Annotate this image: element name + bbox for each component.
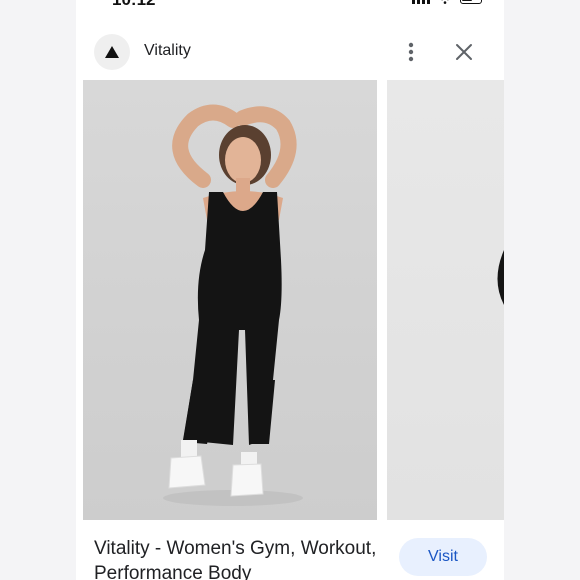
right-backdrop [504, 0, 580, 580]
visit-button[interactable]: Visit [399, 538, 487, 576]
status-time: 10:12 [112, 0, 155, 10]
triangle-logo-icon [105, 46, 119, 58]
product-image[interactable] [83, 80, 377, 520]
wifi-icon [441, 0, 449, 4]
model-photo [163, 104, 303, 506]
image-carousel[interactable] [76, 80, 504, 520]
battery-icon [460, 0, 482, 4]
more-vert-icon[interactable] [400, 40, 422, 64]
lens-result-sheet: 10:12 Vitality [76, 0, 504, 580]
next-photo-peek [497, 250, 504, 305]
result-title[interactable]: Vitality - Women's Gym, Workout, Perform… [94, 536, 384, 580]
left-backdrop [0, 0, 76, 580]
result-header: Vitality [76, 26, 504, 78]
next-product-image[interactable] [387, 80, 504, 520]
status-bar: 10:12 [76, 0, 504, 14]
signal-icon [412, 0, 430, 4]
site-logo[interactable] [94, 34, 130, 70]
close-icon[interactable] [452, 40, 476, 64]
site-name[interactable]: Vitality [144, 42, 191, 60]
status-icons [412, 0, 482, 4]
